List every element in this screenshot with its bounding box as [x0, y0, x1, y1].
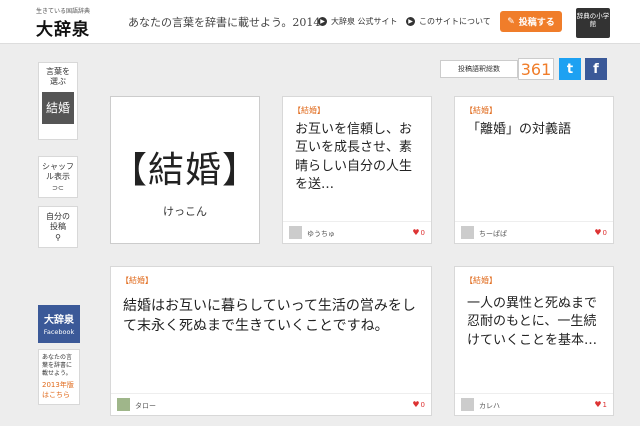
twitter-icon: t — [566, 61, 574, 77]
choose-word-label: 言葉を選ぶ — [46, 67, 70, 87]
card-text: 結婚はお互いに暮らしていって生活の営みをして末永く死ぬまで生きていくことですね。 — [123, 298, 416, 334]
site-logo[interactable]: 生きている国語辞典 大辞泉 — [36, 6, 90, 40]
definition-card[interactable]: 【結婚】 「離婚」の対義語 ちーぱぱ ♥ 0 — [454, 96, 614, 244]
my-posts-label: 自分の投稿 — [46, 212, 70, 232]
my-posts-button[interactable]: 自分の投稿 ⚲ — [38, 206, 78, 248]
like-button[interactable]: ♥ 0 — [412, 228, 425, 237]
shogakukan-logo[interactable]: 辞典の小学館 — [576, 8, 610, 38]
logo-title: 大辞泉 — [36, 20, 90, 40]
old-version-label: 2013年版はこちら — [42, 381, 74, 399]
about-link[interactable]: ▶ このサイトについて — [406, 16, 491, 27]
user-name[interactable]: カレハ — [479, 401, 500, 411]
like-count: 0 — [420, 400, 425, 409]
heart-icon: ♥ — [594, 400, 602, 409]
card-footer: ゆうちゅ ♥ 0 — [283, 221, 431, 243]
logo-subtitle: 生きている国語辞典 — [36, 8, 91, 15]
avatar[interactable] — [117, 398, 130, 411]
choose-word-button[interactable]: 言葉を選ぶ 結婚 — [38, 62, 78, 140]
pencil-icon: ✎ — [507, 16, 515, 27]
post-button-label: 投稿する — [518, 18, 555, 28]
card-text: 「離婚」の対義語 — [467, 122, 572, 137]
like-button[interactable]: ♥ 0 — [412, 400, 425, 409]
arrow-right-icon: ▶ — [318, 17, 327, 26]
facebook-icon: f — [593, 61, 599, 77]
post-count-label: 投稿語釈総数 — [440, 60, 518, 78]
post-button[interactable]: ✎ 投稿する — [500, 11, 562, 32]
like-button[interactable]: ♥ 1 — [594, 400, 607, 409]
current-word: 結婚 — [42, 91, 74, 124]
user-name[interactable]: タロー — [135, 401, 156, 411]
shuffle-label: シャッフル表示 — [42, 162, 74, 182]
avatar[interactable] — [461, 398, 474, 411]
definition-card[interactable]: 【結婚】 お互いを信頼し、お互いを成長させ、素晴らしい自分の人生を送… ゆうちゅ… — [282, 96, 432, 244]
like-button[interactable]: ♥ 0 — [594, 228, 607, 237]
avatar[interactable] — [461, 226, 474, 239]
arrow-right-icon: ▶ — [406, 17, 415, 26]
like-count: 0 — [420, 228, 425, 237]
card-text: お互いを信頼し、お互いを成長させ、素晴らしい自分の人生を送… — [295, 122, 413, 193]
headword-reading: けっこん — [163, 205, 207, 218]
like-count: 0 — [602, 228, 607, 237]
definition-card[interactable]: 【結婚】 一人の異性と死ぬまで忍耐のもとに、一生続けていくことを基本… カレハ … — [454, 266, 614, 416]
shuffle-icon: ⊃⊂ — [52, 183, 64, 192]
card-footer: ちーぱぱ ♥ 0 — [455, 221, 613, 243]
official-site-label: 大辞泉 公式サイト — [331, 17, 398, 26]
definition-card[interactable]: 【結婚】 結婚はお互いに暮らしていって生活の営みをして末永く死ぬまで生きていくこ… — [110, 266, 432, 416]
card-tag: 【結婚】 — [121, 276, 153, 285]
post-count-value: 361 — [518, 58, 554, 80]
facebook-share-button[interactable]: f — [585, 58, 607, 80]
card-footer: カレハ ♥ 1 — [455, 393, 613, 415]
search-icon: ⚲ — [55, 232, 61, 242]
twitter-share-button[interactable]: t — [559, 58, 581, 80]
user-name[interactable]: ゆうちゅ — [307, 229, 335, 239]
old-version-link[interactable]: あなたの言葉を辞書に載せよう。 2013年版はこちら — [38, 349, 80, 405]
official-site-link[interactable]: ▶ 大辞泉 公式サイト — [318, 16, 398, 27]
old-version-text: あなたの言葉を辞書に載せよう。 — [42, 354, 73, 378]
facebook-page-title: 大辞泉 — [44, 315, 74, 326]
headword-card: 【結婚】 けっこん — [110, 96, 260, 244]
about-label: このサイトについて — [419, 17, 491, 26]
card-tag: 【結婚】 — [465, 276, 497, 285]
heart-icon: ♥ — [412, 228, 420, 237]
shuffle-button[interactable]: シャッフル表示 ⊃⊂ — [38, 156, 78, 198]
facebook-page-sub: Facebook — [43, 328, 75, 336]
like-count: 1 — [602, 400, 607, 409]
card-footer: タロー ♥ 0 — [111, 393, 431, 415]
heart-icon: ♥ — [412, 400, 420, 409]
facebook-page-button[interactable]: 大辞泉 Facebook — [38, 305, 80, 343]
user-name[interactable]: ちーぱぱ — [479, 229, 507, 239]
card-text: 一人の異性と死ぬまで忍耐のもとに、一生続けていくことを基本… — [467, 296, 598, 348]
avatar[interactable] — [289, 226, 302, 239]
card-tag: 【結婚】 — [465, 106, 497, 115]
heart-icon: ♥ — [594, 228, 602, 237]
headword: 【結婚】 — [111, 150, 260, 191]
tagline: あなたの言葉を辞書に載せよう。2014 — [128, 16, 321, 29]
card-tag: 【結婚】 — [293, 106, 325, 115]
header: 生きている国語辞典 大辞泉 あなたの言葉を辞書に載せよう。2014 ▶ 大辞泉 … — [0, 0, 640, 44]
